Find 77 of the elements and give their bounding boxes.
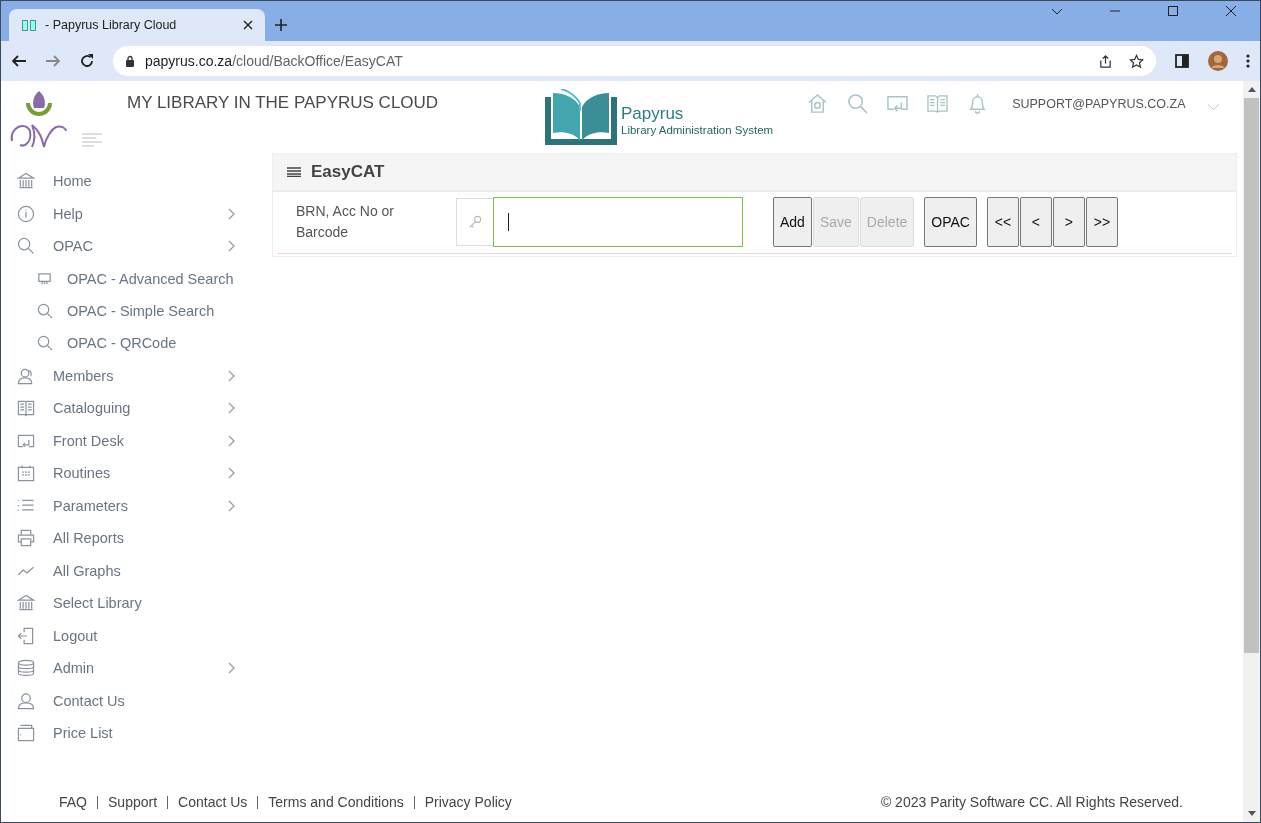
search-icon bbox=[37, 335, 53, 352]
bank-icon bbox=[17, 172, 35, 191]
toolbar-button[interactable]: Add bbox=[773, 197, 812, 247]
sidebar-item[interactable]: All Reports bbox=[8, 521, 263, 555]
wallet-icon bbox=[17, 724, 35, 743]
sidebar-item[interactable]: Cataloguing bbox=[8, 391, 263, 425]
logout-icon bbox=[17, 626, 35, 645]
search-icon bbox=[17, 237, 35, 256]
monitor-icon bbox=[37, 270, 53, 287]
user-email[interactable]: SUPPORT@PAPYRUS.CO.ZA bbox=[1012, 97, 1186, 111]
scroll-down-icon[interactable] bbox=[1247, 811, 1256, 816]
bank-icon bbox=[17, 594, 35, 613]
share-icon[interactable] bbox=[1098, 53, 1113, 69]
printer-icon bbox=[17, 529, 35, 548]
book-icon bbox=[21, 17, 37, 33]
browser-tab[interactable]: - Papyrus Library Cloud bbox=[9, 9, 265, 41]
toolbar-button[interactable]: < bbox=[1019, 197, 1052, 247]
toolbar-button[interactable]: OPAC bbox=[924, 197, 977, 247]
url-path: /cloud/BackOffice/EasyCAT bbox=[232, 53, 403, 69]
footer-link[interactable]: Support bbox=[108, 794, 158, 810]
input-field[interactable] bbox=[493, 197, 743, 247]
toolbar-button[interactable]: > bbox=[1052, 197, 1085, 247]
sidebar-item[interactable]: Parameters bbox=[8, 489, 263, 522]
close-icon[interactable] bbox=[243, 20, 253, 30]
back-arrow-icon[interactable] bbox=[11, 53, 27, 69]
tab-title: - Papyrus Library Cloud bbox=[45, 18, 178, 32]
sidebar-item[interactable]: Home bbox=[8, 165, 263, 198]
submenu-item[interactable]: OPAC - Advanced Search bbox=[8, 262, 263, 295]
footer-link[interactable]: Terms and Conditions bbox=[268, 794, 404, 810]
sidebar-item[interactable]: Admin bbox=[8, 651, 263, 685]
panel-title: EasyCAT bbox=[311, 162, 385, 182]
copyright-text: © 2023 Parity Software CC. All Rights Reserved. bbox=[880, 794, 1183, 810]
footer-link[interactable]: Contact Us bbox=[178, 794, 248, 810]
brand-name: Papyrus bbox=[621, 104, 685, 124]
star-icon[interactable] bbox=[1129, 53, 1144, 69]
submenu-item[interactable]: OPAC - QRCode bbox=[8, 327, 263, 360]
more-menu-icon[interactable] bbox=[1246, 53, 1250, 69]
maximize-icon[interactable] bbox=[1167, 5, 1179, 17]
toolbar-button[interactable]: >> bbox=[1085, 197, 1118, 247]
url-host: papyrus.co.za bbox=[145, 53, 233, 69]
site-title: MY LIBRARY IN THE PAPYRUS CLOUD bbox=[127, 93, 440, 113]
sidebar-item[interactable]: Contact Us bbox=[8, 684, 263, 717]
address-bar[interactable]: papyrus.co.za/cloud/BackOffice/EasyCAT bbox=[113, 46, 1156, 76]
sidebar-item[interactable]: Members bbox=[8, 359, 263, 392]
submenu-item[interactable]: OPAC - Simple Search bbox=[8, 294, 263, 328]
users-icon bbox=[17, 366, 35, 385]
key-icon bbox=[468, 215, 482, 229]
forward-arrow-icon[interactable] bbox=[45, 53, 61, 69]
sidebar-item[interactable]: Front Desk bbox=[8, 424, 263, 457]
sidebar-item[interactable]: Price List bbox=[8, 716, 263, 750]
brand-tagline: Library Administration System bbox=[621, 124, 774, 136]
sidebar-item[interactable]: Logout bbox=[8, 619, 263, 652]
lock-icon bbox=[125, 55, 135, 67]
book-icon bbox=[17, 399, 35, 418]
search-icon bbox=[37, 302, 53, 319]
database-icon bbox=[17, 659, 35, 678]
footer-link[interactable]: Privacy Policy bbox=[424, 794, 512, 810]
sidebar-item[interactable]: Routines bbox=[8, 456, 263, 490]
sidebar-item[interactable]: Help bbox=[8, 197, 263, 230]
side-panel-icon[interactable] bbox=[1174, 53, 1190, 69]
field-label: BRN, Acc No or Barcode bbox=[296, 202, 396, 242]
info-icon bbox=[17, 204, 35, 223]
reload-icon[interactable] bbox=[79, 53, 95, 69]
scrollbar[interactable] bbox=[1243, 81, 1260, 822]
sidebar-item[interactable]: All Graphs bbox=[8, 554, 263, 587]
close-icon[interactable] bbox=[1225, 5, 1237, 17]
sidebar-item[interactable]: OPAC bbox=[8, 230, 263, 263]
calendar-icon bbox=[17, 464, 35, 483]
new-tab-icon[interactable] bbox=[275, 19, 287, 31]
scroll-up-icon[interactable] bbox=[1247, 87, 1256, 92]
footer-link[interactable]: FAQ bbox=[59, 794, 87, 810]
open-book-logo-icon bbox=[545, 89, 617, 145]
avatar-icon[interactable] bbox=[1208, 51, 1228, 71]
toolbar-button[interactable]: << bbox=[986, 197, 1019, 247]
sidebar-item[interactable]: Select Library bbox=[8, 586, 263, 620]
user-icon bbox=[17, 691, 35, 710]
list-icon bbox=[287, 167, 301, 177]
